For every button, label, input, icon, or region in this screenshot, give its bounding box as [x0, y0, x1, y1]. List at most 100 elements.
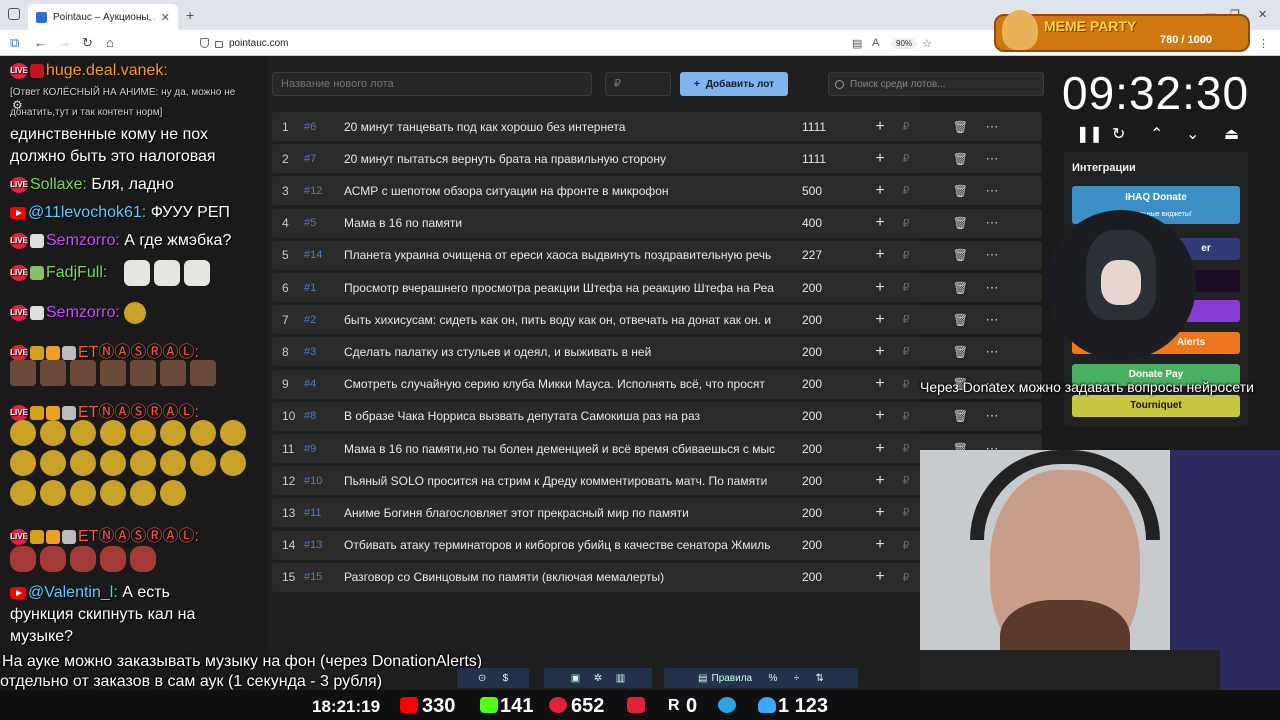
rules-button[interactable]: Правила: [712, 673, 753, 684]
reload-icon[interactable]: ↻: [82, 35, 93, 51]
lot-name[interactable]: Сделать палатку из стульев и одеял, и вы…: [344, 345, 796, 359]
lot-amount[interactable]: 400: [796, 216, 866, 230]
lot-id[interactable]: #10: [300, 475, 344, 487]
lot-amount[interactable]: 200: [796, 570, 866, 584]
lot-id[interactable]: #8: [300, 410, 344, 422]
star-icon[interactable]: ☆: [922, 37, 932, 50]
lot-row[interactable]: 10 #8 В образе Чака Норриса вызвать депута…: [272, 401, 1042, 431]
add-amount-icon[interactable]: +: [866, 440, 894, 458]
close-tab-icon[interactable]: ✕: [161, 11, 170, 24]
lot-name[interactable]: Мама в 16 по памяти,но ты болен деменцие…: [344, 442, 796, 456]
trash-icon[interactable]: 🗑: [918, 248, 978, 262]
restart-icon[interactable]: ↻: [1112, 124, 1125, 144]
browser-tab[interactable]: Pointauc – Аукционы, лотереи ✕: [28, 4, 178, 30]
percent-button[interactable]: %: [768, 673, 777, 684]
lot-name[interactable]: Смотреть случайную серию клуба Микки Мау…: [344, 377, 796, 391]
lot-amount[interactable]: 200: [796, 313, 866, 327]
lot-amount[interactable]: 200: [796, 281, 866, 295]
lot-name[interactable]: Аниме Богиня благословляет этот прекрасн…: [344, 506, 796, 520]
add-amount-icon[interactable]: +: [866, 311, 894, 329]
chevron-down-icon[interactable]: ⌄: [1186, 124, 1199, 144]
trash-icon[interactable]: 🗑: [918, 409, 978, 423]
more-icon[interactable]: ⋯: [978, 344, 1006, 360]
lot-id[interactable]: #7: [300, 153, 344, 165]
sort-icon[interactable]: ⇅: [816, 673, 824, 684]
trash-icon[interactable]: 🗑: [918, 313, 978, 327]
lot-amount[interactable]: 200: [796, 474, 866, 488]
lot-name[interactable]: Разговор со Свинцовым по памяти (включая…: [344, 570, 796, 584]
add-amount-icon[interactable]: +: [866, 343, 894, 361]
lot-row[interactable]: 7 #2 быть хихисусам: сидеть как он, пить в…: [272, 305, 1042, 335]
trash-icon[interactable]: 🗑: [918, 152, 978, 166]
lot-name[interactable]: 20 минут пытаться вернуть брата на прави…: [344, 152, 796, 166]
translate-icon[interactable]: A: [872, 37, 879, 49]
url-field[interactable]: pointauc.com: [200, 34, 940, 52]
gear-icon[interactable]: ⚙: [12, 98, 23, 112]
add-amount-icon[interactable]: +: [866, 472, 894, 490]
lot-id[interactable]: #15: [300, 571, 344, 583]
amount-input[interactable]: [605, 72, 671, 96]
lot-row[interactable]: 3 #12 АСМР с шепотом обзора ситуации на фр…: [272, 176, 1042, 206]
more-icon[interactable]: ⋯: [978, 312, 1006, 328]
lot-amount[interactable]: 200: [796, 409, 866, 423]
lot-amount[interactable]: 500: [796, 184, 866, 198]
lot-amount[interactable]: 200: [796, 442, 866, 456]
trash-icon[interactable]: ▥: [616, 673, 625, 684]
lot-amount[interactable]: 200: [796, 538, 866, 552]
lot-id[interactable]: #3: [300, 346, 344, 358]
back-icon[interactable]: ←: [34, 35, 47, 50]
github-icon[interactable]: ⊙: [478, 673, 486, 684]
trash-icon[interactable]: 🗑: [918, 281, 978, 295]
search-field[interactable]: Поиск среди лотов...: [828, 72, 1044, 96]
more-icon[interactable]: ⋯: [978, 183, 1006, 199]
sidebar-toggle-icon[interactable]: ⧉: [10, 35, 19, 51]
trash-icon[interactable]: 🗑: [918, 120, 978, 134]
forward-icon[interactable]: →: [58, 35, 71, 50]
lot-id[interactable]: #13: [300, 539, 344, 551]
dollar-button[interactable]: $: [503, 673, 509, 684]
new-lot-input[interactable]: [272, 72, 592, 96]
add-amount-icon[interactable]: +: [866, 182, 894, 200]
trash-icon[interactable]: 🗑: [918, 216, 978, 230]
tab-menu-icon[interactable]: [8, 8, 20, 20]
add-amount-icon[interactable]: +: [866, 118, 894, 136]
lot-amount[interactable]: 1111: [796, 152, 866, 166]
bug-icon[interactable]: ✲: [594, 673, 602, 684]
home-icon[interactable]: ⌂: [106, 35, 114, 50]
lot-id[interactable]: #4: [300, 378, 344, 390]
lot-amount[interactable]: 227: [796, 248, 866, 262]
lot-id[interactable]: #6: [300, 121, 344, 133]
lot-row[interactable]: 2 #7 20 минут пытаться вернуть брата на пр…: [272, 144, 1042, 174]
add-amount-icon[interactable]: +: [866, 568, 894, 586]
lot-row[interactable]: 4 #5 Мама в 16 по памяти 400 + ₽ 🗑 ⋯: [272, 208, 1042, 238]
lot-amount[interactable]: 200: [796, 506, 866, 520]
lot-name[interactable]: АСМР с шепотом обзора ситуации на фронте…: [344, 184, 796, 198]
lot-amount[interactable]: 1111: [796, 120, 866, 134]
chevron-up-icon[interactable]: ⌃: [1150, 124, 1163, 144]
more-icon[interactable]: ⋯: [978, 247, 1006, 263]
add-amount-icon[interactable]: +: [866, 536, 894, 554]
save-icon[interactable]: ▣: [571, 673, 580, 684]
tourniquet-button[interactable]: Tourniquet: [1072, 395, 1240, 417]
lot-name[interactable]: Мама в 16 по памяти: [344, 216, 796, 230]
lot-row[interactable]: 1 #6 20 минут танцевать под как хорошо без…: [272, 112, 1042, 141]
add-amount-icon[interactable]: +: [866, 214, 894, 232]
lot-id[interactable]: #11: [300, 507, 344, 519]
lot-id[interactable]: #9: [300, 443, 344, 455]
trash-icon[interactable]: 🗑: [918, 184, 978, 198]
lot-id[interactable]: #14: [300, 249, 344, 261]
add-amount-icon[interactable]: +: [866, 504, 894, 522]
menu-icon[interactable]: ⋮: [1258, 37, 1269, 50]
more-icon[interactable]: ⋯: [978, 151, 1006, 167]
lot-id[interactable]: #12: [300, 185, 344, 197]
reader-icon[interactable]: ▤: [852, 37, 862, 50]
lot-amount[interactable]: 200: [796, 345, 866, 359]
add-amount-icon[interactable]: +: [866, 407, 894, 425]
more-icon[interactable]: ⋯: [978, 408, 1006, 424]
lot-id[interactable]: #1: [300, 282, 344, 294]
lot-name[interactable]: Пьяный SOLO просится на стрим к Дреду ко…: [344, 474, 796, 488]
lot-name[interactable]: 20 минут танцевать под как хорошо без ин…: [344, 120, 796, 134]
lot-name[interactable]: Планета украина очищена от ереси хаоса в…: [344, 248, 796, 262]
add-amount-icon[interactable]: +: [866, 375, 894, 393]
zoom-level[interactable]: 90%: [892, 38, 917, 49]
